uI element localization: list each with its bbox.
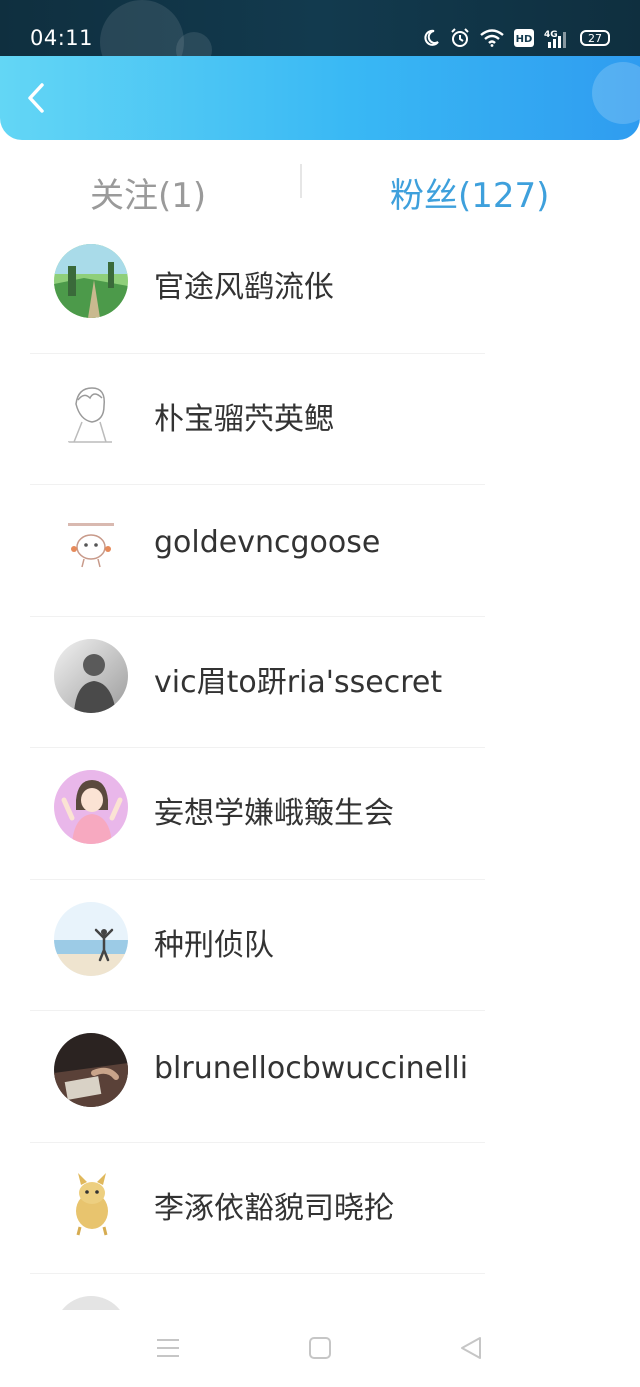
fan-name[interactable]: blrunellocbwuccinelli (154, 1051, 468, 1086)
fan-name[interactable]: 妄想学嫌峨簸生会 (154, 788, 394, 832)
list-item[interactable]: blrunellocbwuccinelli (0, 1011, 640, 1143)
alarm-icon (451, 28, 469, 47)
system-nav-bar (0, 1310, 640, 1387)
avatar[interactable] (54, 638, 128, 713)
list-item[interactable]: goldevncgoose (0, 485, 640, 617)
wifi-icon (480, 29, 504, 47)
battery-icon: 27 (580, 30, 610, 46)
svg-text:HD: HD (516, 34, 533, 45)
back-button[interactable] (18, 80, 54, 116)
fan-name[interactable]: 种刑侦队 (154, 920, 274, 964)
home-button[interactable] (306, 1336, 334, 1360)
list-item[interactable]: 种刑侦队 (0, 880, 640, 1011)
fan-name[interactable]: 李涿依豁貌司晓抡 (154, 1183, 394, 1227)
avatar[interactable] (54, 1033, 128, 1107)
signal-4g-icon: 4G (544, 30, 566, 48)
fan-name[interactable]: vic眉to趼ria'ssecret (154, 657, 442, 701)
avatar[interactable] (54, 770, 128, 844)
back-triangle-icon (461, 1337, 481, 1359)
tab-divider (300, 164, 302, 198)
fan-name[interactable]: 朴宝骝茓英鳃 (154, 394, 334, 438)
avatar[interactable] (54, 507, 128, 581)
chevron-left-icon (28, 83, 44, 113)
list-item[interactable]: 妄想学嫌峨簸生会 (0, 748, 640, 880)
tab-following[interactable]: 关注(1) (90, 168, 206, 217)
fan-list: 官途风鹞流伥 朴宝骝茓英鳃 goldevncgoose vic眉to趼ria's… (0, 222, 640, 1387)
list-item[interactable]: vic眉to趼ria'ssecret (0, 617, 640, 748)
avatar[interactable] (54, 244, 128, 318)
back-nav-button[interactable] (458, 1336, 486, 1360)
avatar[interactable] (54, 1164, 128, 1239)
header-bar (0, 56, 640, 140)
screen: 04:11 HD 4G 27 关注(1) 粉丝(127) 官途风鹞流伥 朴宝骝茓… (0, 0, 640, 1387)
status-time: 04:11 (30, 26, 94, 50)
list-item[interactable]: 朴宝骝茓英鳃 (0, 354, 640, 485)
fan-name[interactable]: goldevncgoose (154, 525, 380, 560)
tab-fans[interactable]: 粉丝(127) (390, 168, 549, 217)
status-icons: HD 4G 27 (422, 28, 610, 48)
avatar[interactable] (54, 375, 128, 450)
moon-icon (424, 29, 439, 46)
list-item[interactable]: 官途风鹞流伥 (0, 222, 640, 354)
home-icon (309, 1337, 331, 1359)
hd-icon: HD (514, 29, 534, 47)
menu-icon (157, 1339, 179, 1357)
svg-text:4G: 4G (544, 30, 558, 40)
decorative-bubble (592, 62, 640, 124)
avatar[interactable] (54, 901, 128, 976)
menu-button[interactable] (154, 1336, 182, 1360)
status-bar: 04:11 HD 4G 27 (0, 0, 640, 84)
fan-name[interactable]: 官途风鹞流伥 (154, 262, 334, 306)
follow-tabs: 关注(1) 粉丝(127) (0, 140, 640, 222)
list-item[interactable]: 李涿依豁貌司晓抡 (0, 1143, 640, 1274)
battery-level: 27 (588, 31, 602, 45)
